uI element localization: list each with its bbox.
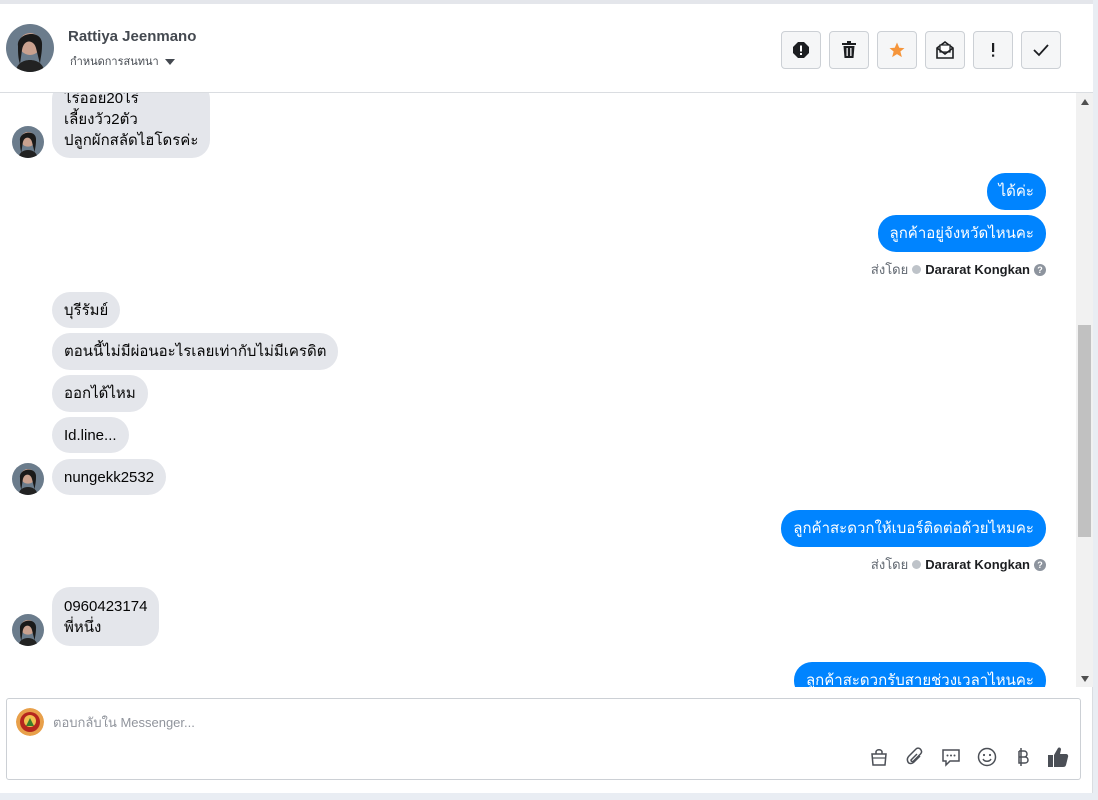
incoming-message: nungekk2532 [52,459,167,495]
assign-conversation-dropdown[interactable]: กำหนดการสนทนา [70,52,175,70]
thumbs-up-icon[interactable] [1046,745,1070,769]
message-text: ได้ค่ะ [998,183,1034,200]
follow-up-button[interactable] [973,31,1013,69]
message-text: Id.line... [64,426,117,444]
trash-icon [842,41,856,58]
alert-octagon-icon [793,42,809,58]
scrollbar-thumb[interactable] [1078,325,1091,537]
done-button[interactable] [1021,31,1061,69]
mark-unread-button[interactable] [925,31,965,69]
message-text: nungekk2532 [64,468,155,486]
star-button[interactable] [877,31,917,69]
emoji-icon[interactable] [975,745,999,769]
page-background [0,793,1098,800]
reply-input[interactable] [53,711,753,733]
scroll-up-arrow-icon[interactable] [1076,93,1093,110]
scroll-down-arrow-icon[interactable] [1076,670,1093,687]
reply-composer [6,698,1081,780]
check-icon [1033,44,1049,57]
incoming-message: 0960423174 พี่หนึ่ง [52,587,160,646]
outgoing-message: ลูกค้าสะดวกให้เบอร์ติดต่อด้วยไหมคะ [781,510,1046,547]
baht-icon[interactable] [1011,745,1035,769]
caret-down-icon [164,58,175,65]
incoming-message: ตอนนี้ไม่มีผ่อนอะไรเลยเท่ากับไม่มีเครดิต [52,333,339,370]
message-scrollbar[interactable] [1076,93,1093,687]
sender-name[interactable]: Dararat Kongkan [925,262,1030,277]
message-text: ออกได้ไหม [64,385,136,402]
message-thread[interactable]: ไร่ออย20ไร่ เลี้ยงวัว2ตัว ปลูกผักสลัดไฮโ… [0,93,1076,687]
inbox-conversation-panel: Rattiya Jeenmano กำหนดการสนทนา ไร่ออย20ไ… [0,0,1093,793]
message-text: ลูกค้าสะดวกรับสายช่วงเวลาไหนคะ [805,672,1034,687]
outgoing-message: ได้ค่ะ [986,173,1046,210]
incoming-message: ไร่ออย20ไร่ เลี้ยงวัว2ตัว ปลูกผักสลัดไฮโ… [52,93,211,158]
message-text: ลูกค้าอยู่จังหวัดไหนคะ [889,225,1034,242]
star-icon [889,42,905,58]
sender-name[interactable]: Dararat Kongkan [925,557,1030,572]
incoming-message: Id.line... [52,417,129,453]
incoming-message: บุรีรัมย์ [52,292,121,328]
sent-by-prefix: ส่งโดย [870,557,909,572]
conversation-header: Rattiya Jeenmano กำหนดการสนทนา [0,0,1093,93]
message-line: 0960423174 [64,597,148,615]
help-icon[interactable]: ? [1034,263,1046,276]
shopping-bag-icon[interactable] [867,745,891,769]
message-text: ตอนนี้ไม่มีผ่อนอะไรเลยเท่ากับไม่มีเครดิต [64,343,327,360]
delete-button[interactable] [829,31,869,69]
paperclip-icon[interactable] [903,745,927,769]
message-text: ลูกค้าสะดวกให้เบอร์ติดต่อด้วยไหมคะ [793,520,1034,537]
exclamation-icon [992,43,995,57]
sent-by-label: ส่งโดย Dararat Kongkan ? [871,554,1046,575]
verified-dot-icon [912,560,922,569]
verified-dot-icon [912,265,922,274]
contact-avatar[interactable] [6,24,54,72]
envelope-open-icon [936,41,954,59]
message-line: เลี้ยงวัว2ตัว [64,111,138,128]
message-line: ปลูกผักสลัดไฮโดรค่ะ [64,132,199,149]
outgoing-message: ลูกค้าสะดวกรับสายช่วงเวลาไหนคะ [793,662,1046,687]
message-line: ไร่ออย20ไร่ [64,93,139,107]
contact-avatar-small [12,463,44,495]
outgoing-message: ลูกค้าอยู่จังหวัดไหนคะ [877,215,1046,252]
saved-reply-icon[interactable] [939,745,963,769]
spam-button[interactable] [781,31,821,69]
page-avatar [16,708,44,736]
contact-avatar-small [12,614,44,646]
sent-by-label: ส่งโดย Dararat Kongkan ? [871,259,1046,280]
message-text: บุรีรัมย์ [64,301,109,319]
message-line: พี่หนึ่ง [64,618,102,636]
sent-by-prefix: ส่งโดย [870,262,909,277]
contact-name[interactable]: Rattiya Jeenmano [68,28,196,45]
assign-label: กำหนดการสนทนา [70,56,159,68]
contact-avatar-small [12,126,44,158]
incoming-message: ออกได้ไหม [52,375,148,412]
help-icon[interactable]: ? [1034,558,1046,571]
